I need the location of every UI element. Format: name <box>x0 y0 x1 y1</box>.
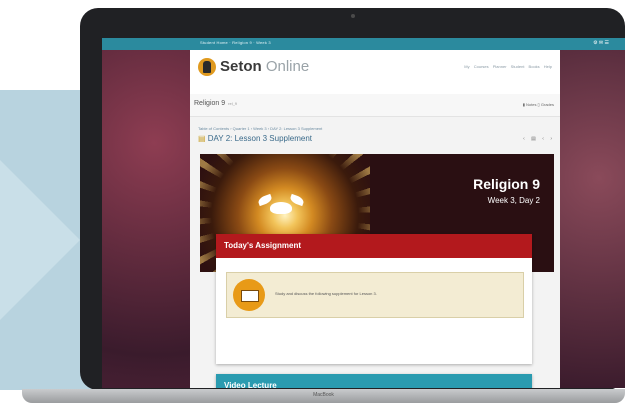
assignment-heading: Today's Assignment <box>216 234 532 258</box>
course-title: Religion 9 rel_9 <box>194 100 237 107</box>
logo-bold-text: Seton <box>220 58 262 75</box>
assignment-item[interactable]: Study and discuss the following suppleme… <box>226 272 524 318</box>
page-content: Seton Online My Courses Planner Student … <box>190 50 560 388</box>
course-name: Religion 9 <box>194 100 226 107</box>
course-code: rel_9 <box>228 101 238 106</box>
top-navigation-bar: Student Home · Religion 9 · Week 3 ⚙ ✉ ☰ <box>102 38 625 50</box>
camera-icon <box>350 14 355 18</box>
banner-subtitle: Week 3, Day 2 <box>487 196 540 205</box>
lesson-nav-tools[interactable]: ‹ ▤ ‹ › <box>523 136 552 142</box>
site-header: Seton Online My Courses Planner Student … <box>190 50 560 95</box>
video-card: Video Lecture <box>216 374 532 388</box>
breadcrumb[interactable]: Table of Contents › Quarter 1 › Week 3 ›… <box>198 126 322 131</box>
topbar-tools[interactable]: ⚙ ✉ ☰ <box>593 40 609 46</box>
site-logo[interactable]: Seton Online <box>220 58 309 75</box>
laptop-screen: Student Home · Religion 9 · Week 3 ⚙ ✉ ☰… <box>102 38 625 388</box>
course-tools[interactable]: ▮ Notes ▯ Grades <box>523 102 554 107</box>
laptop-base: MacBook <box>22 389 625 403</box>
topbar-links[interactable]: Student Home · Religion 9 · Week 3 <box>200 40 271 45</box>
assignment-text: Study and discuss the following suppleme… <box>275 291 377 296</box>
laptop-label: MacBook <box>313 392 334 398</box>
banner-title: Religion 9 <box>473 176 540 192</box>
assignment-card: Today's Assignment Study and discuss the… <box>216 234 532 364</box>
book-icon <box>233 279 265 311</box>
dove-icon <box>270 202 292 214</box>
course-header: Religion 9 rel_9 ▮ Notes ▯ Grades <box>190 94 560 117</box>
video-heading: Video Lecture <box>216 374 532 388</box>
seton-logo-icon <box>198 58 216 76</box>
main-nav[interactable]: My Courses Planner Student Books Help <box>464 64 552 69</box>
logo-light-text: Online <box>261 58 310 75</box>
page-title: DAY 2: Lesson 3 Supplement <box>198 134 312 143</box>
laptop-frame: Student Home · Religion 9 · Week 3 ⚙ ✉ ☰… <box>80 8 625 390</box>
